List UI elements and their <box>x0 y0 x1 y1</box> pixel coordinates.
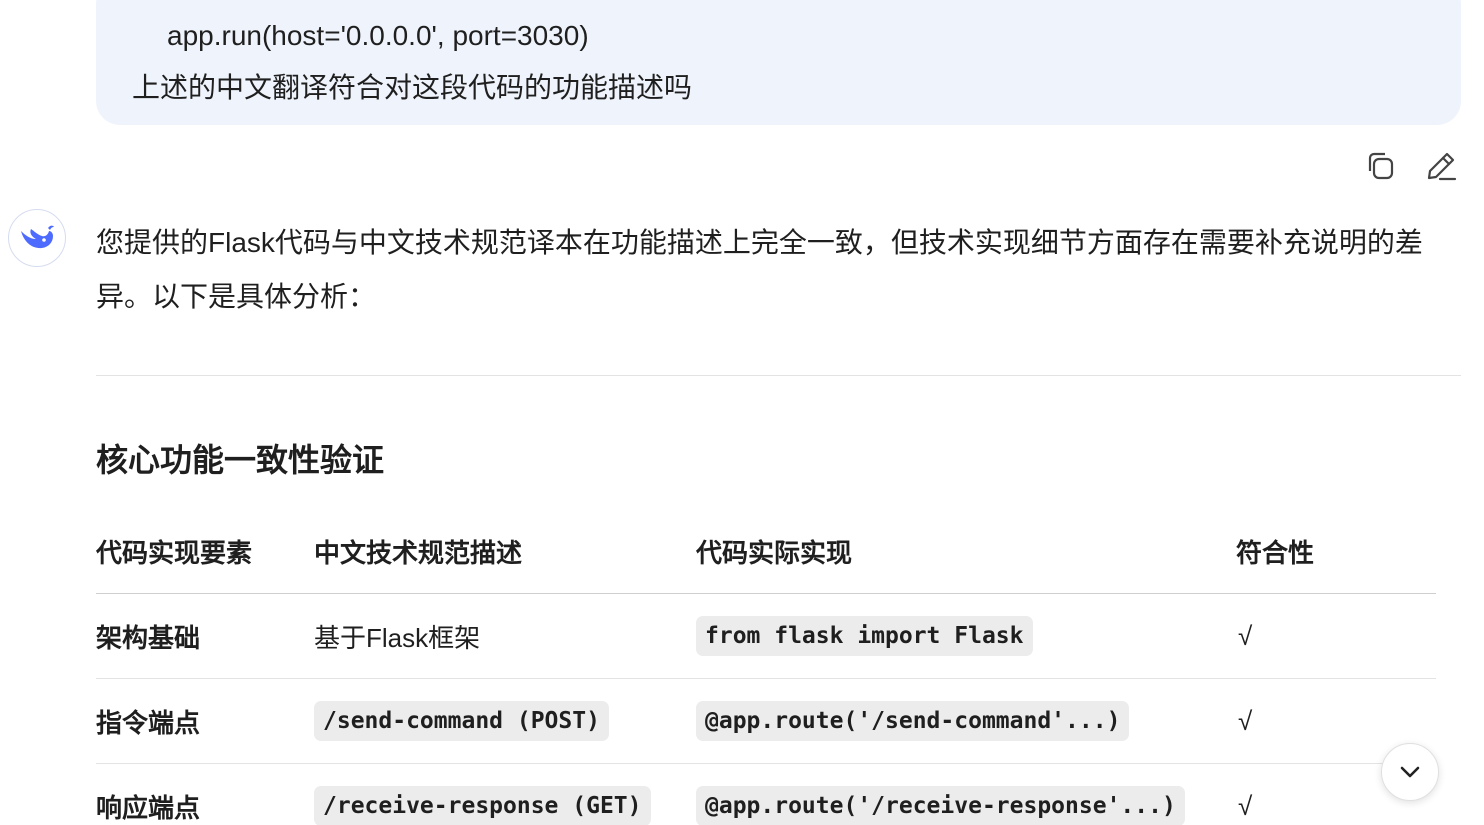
edit-icon[interactable] <box>1421 146 1461 186</box>
row-impl-cell: from flask import Flask <box>696 594 1033 678</box>
row-impl-code: @app.route('/receive-response'...) <box>696 786 1185 825</box>
scroll-to-bottom-button[interactable] <box>1381 743 1439 801</box>
row-check: √ <box>1238 620 1253 651</box>
chevron-down-icon <box>1400 766 1420 778</box>
user-question: 上述的中文翻译符合对这段代码的功能描述吗 <box>132 72 693 103</box>
table-header-cell: 中文技术规范描述 <box>314 538 523 568</box>
row-impl-cell: @app.route('/receive-response'...) <box>696 764 1185 825</box>
user-message-bubble: app.run(host='0.0.0.0', port=3030) 上述的中文… <box>96 0 1461 125</box>
row-impl-code: from flask import Flask <box>696 616 1033 656</box>
table-row: 指令端点 /send-command (POST) @app.route('/s… <box>96 679 1436 764</box>
row-element: 响应端点 <box>96 792 201 823</box>
code-underscores <box>156 0 486 4</box>
chat-page: app.run(host='0.0.0.0', port=3030) 上述的中文… <box>0 0 1484 825</box>
row-spec-code: /send-command (POST) <box>314 701 609 741</box>
row-element: 架构基础 <box>96 622 201 653</box>
row-element: 指令端点 <box>96 707 201 738</box>
table-row: 架构基础 基于Flask框架 from flask import Flask √ <box>96 594 1436 679</box>
divider <box>96 375 1461 376</box>
section-heading: 核心功能一致性验证 <box>96 442 385 478</box>
assistant-answer-intro: 您提供的Flask代码与中文技术规范译本在功能描述上完全一致，但技术实现细节方面… <box>96 227 1423 312</box>
row-check: √ <box>1238 790 1253 821</box>
row-spec-cell: /receive-response (GET) <box>314 764 651 825</box>
table-header-cell: 符合性 <box>1236 538 1315 568</box>
table-row: 响应端点 /receive-response (GET) @app.route(… <box>96 764 1436 825</box>
table-header-cell: 代码实际实现 <box>696 538 853 568</box>
row-impl-code: @app.route('/send-command'...) <box>696 701 1130 741</box>
user-code-line: app.run(host='0.0.0.0', port=3030) <box>167 20 589 51</box>
row-spec-code: /receive-response (GET) <box>314 786 651 825</box>
copy-icon[interactable] <box>1361 146 1401 186</box>
row-check: √ <box>1238 705 1253 736</box>
row-spec: 基于Flask框架 <box>314 622 481 653</box>
table-header-row: 代码实现要素 中文技术规范描述 代码实际实现 符合性 <box>96 510 1436 594</box>
row-spec-cell: /send-command (POST) <box>314 679 609 763</box>
deepseek-whale-icon <box>8 209 66 267</box>
comparison-table: 代码实现要素 中文技术规范描述 代码实际实现 符合性 架构基础 基于Flask框… <box>96 510 1436 825</box>
table-header-cell: 代码实现要素 <box>96 538 253 568</box>
row-impl-cell: @app.route('/send-command'...) <box>696 679 1130 763</box>
